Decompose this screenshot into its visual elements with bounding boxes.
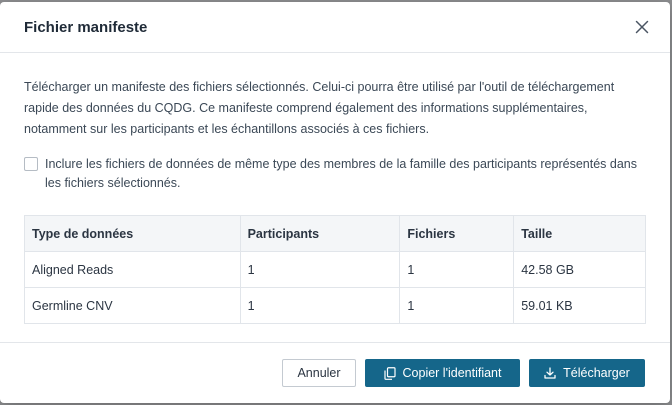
cell-files: 1 — [399, 287, 515, 324]
include-family-checkbox[interactable] — [24, 157, 38, 171]
include-family-label[interactable]: Inclure les fichiers de données de même … — [45, 155, 645, 193]
cell-size: 42.58 GB — [513, 251, 646, 288]
cell-size: 59.01 KB — [513, 287, 646, 324]
copy-icon — [383, 366, 396, 380]
include-family-option: Inclure les fichiers de données de même … — [24, 155, 646, 193]
cell-participants: 1 — [239, 251, 401, 288]
column-header-files: Fichiers — [399, 215, 515, 252]
cell-data-type: Aligned Reads — [24, 251, 241, 288]
cell-participants: 1 — [239, 287, 401, 324]
table-row: Aligned Reads 1 1 42.58 GB — [24, 251, 646, 288]
table-header-row: Type de données Participants Fichiers Ta… — [24, 215, 646, 252]
modal-title: Fichier manifeste — [24, 18, 148, 36]
modal-description: Télécharger un manifeste des fichiers sé… — [24, 80, 615, 136]
download-icon — [544, 367, 556, 379]
close-icon — [635, 20, 649, 34]
cancel-button-label: Annuler — [297, 366, 341, 380]
copy-id-button-label: Copier l'identifiant — [402, 366, 502, 380]
column-header-participants: Participants — [239, 215, 401, 252]
column-header-data-type: Type de données — [24, 215, 241, 252]
column-header-size: Taille — [513, 215, 646, 252]
modal-body: Télécharger un manifeste des fichiers sé… — [0, 53, 670, 324]
copy-id-button[interactable]: Copier l'identifiant — [365, 359, 520, 387]
cell-data-type: Germline CNV — [24, 287, 241, 324]
modal-footer: Annuler Copier l'identifiant Télécharger — [0, 342, 670, 403]
cell-files: 1 — [399, 251, 515, 288]
download-button-label: Télécharger — [563, 366, 630, 380]
table-row: Germline CNV 1 1 59.01 KB — [24, 287, 646, 324]
download-button[interactable]: Télécharger — [529, 359, 645, 387]
modal-header: Fichier manifeste — [0, 2, 670, 53]
manifest-modal: Fichier manifeste Télécharger un manifes… — [0, 2, 670, 403]
close-button[interactable] — [632, 17, 652, 37]
files-summary-table: Type de données Participants Fichiers Ta… — [24, 215, 646, 324]
cancel-button[interactable]: Annuler — [282, 359, 356, 387]
